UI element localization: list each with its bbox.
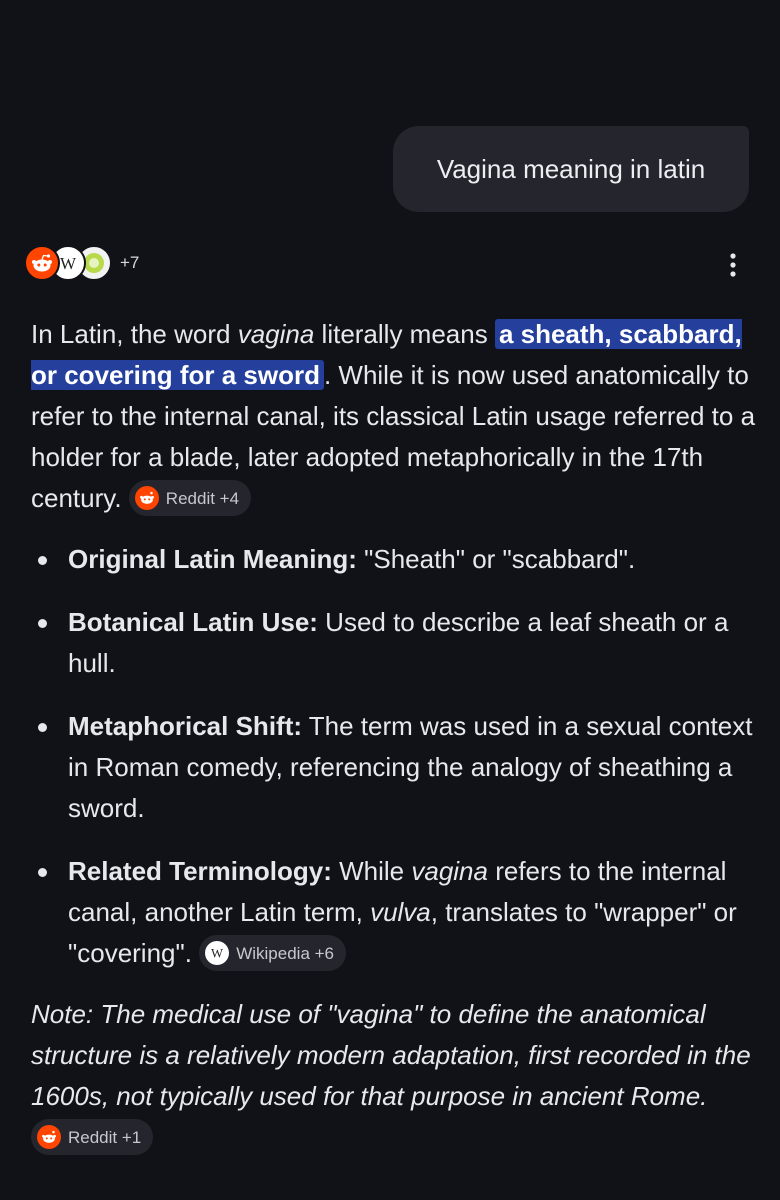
source-chip-reddit-note[interactable]: Reddit +1 [31,1119,154,1156]
list-item: Metaphorical Shift: The term was used in… [31,706,756,829]
list-item: Original Latin Meaning: "Sheath" or "sca… [31,539,756,580]
more-vert-icon [730,253,736,277]
svg-text:W: W [211,947,224,961]
user-query-text: Vagina meaning in latin [436,153,706,184]
answer-note: Note: The medical use of "vagina" to def… [31,994,756,1158]
wikipedia-icon: W [205,941,230,966]
sources-button[interactable]: W +7 [24,243,139,283]
list-item: Botanical Latin Use: Used to describe a … [31,602,756,684]
sources-count: +7 [120,253,140,272]
bullet-list: Original Latin Meaning: "Sheath" or "sca… [31,539,756,974]
svg-text:W: W [60,254,77,273]
reddit-icon [37,1125,61,1150]
reddit-icon [134,486,159,511]
answer-intro: In Latin, the word vagina literally mean… [31,314,756,519]
source-chip-wikipedia[interactable]: W Wikipedia +6 [199,935,347,972]
source-chip-reddit[interactable]: Reddit +4 [128,480,252,517]
ai-answer: In Latin, the word vagina literally mean… [31,314,756,1158]
list-item: Related Terminology: While vagina refers… [31,851,756,974]
more-options-button[interactable] [716,248,750,282]
user-query-bubble: Vagina meaning in latin [393,126,749,212]
reddit-icon [24,245,60,281]
